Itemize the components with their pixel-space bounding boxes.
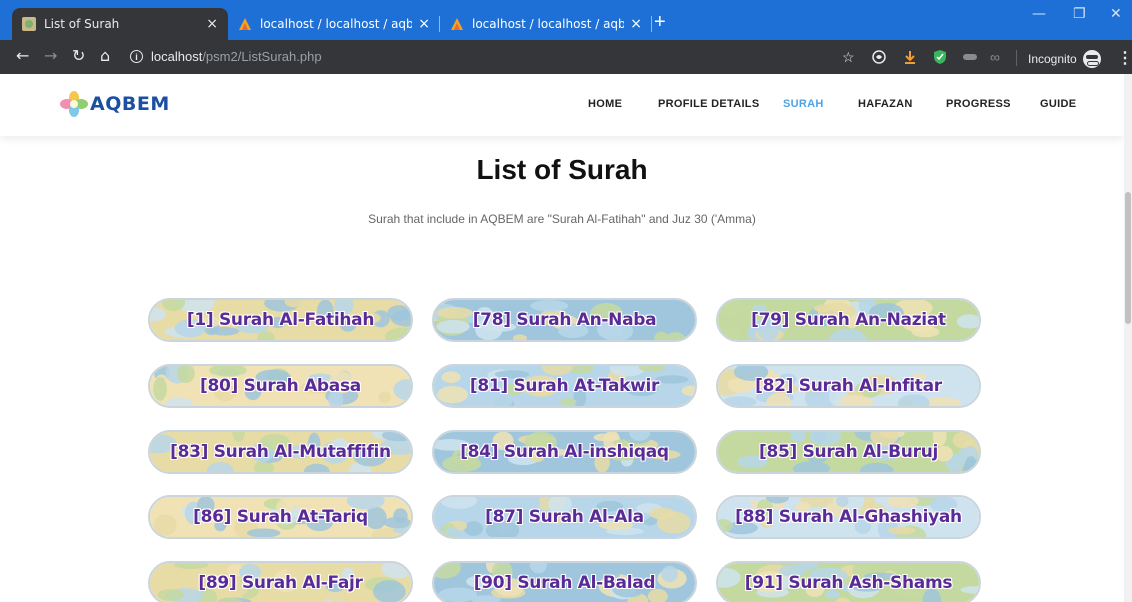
surah-button-label: [91] Surah Ash-Shams [744,573,953,593]
surah-button-label: [89] Surah Al-Fajr [198,573,363,593]
surah-button[interactable]: [82] Surah Al-Infitar [716,364,981,408]
nav-hafazan[interactable]: HAFAZAN [858,98,913,110]
info-icon[interactable]: i [130,50,143,63]
surah-button-label: [81] Surah At-Takwir [469,376,660,396]
browser-tab-active[interactable]: List of Surah × [12,8,228,40]
surah-button[interactable]: [85] Surah Al-Buruj [716,430,981,474]
forward-arrow-icon[interactable]: → [44,47,57,65]
menu-kebab-icon[interactable]: ⋮ [1117,48,1132,68]
url-host: localhost [151,49,203,64]
toolbar-separator [1016,50,1017,66]
phpmyadmin-icon [451,18,463,30]
tab-close-icon[interactable]: × [630,16,642,32]
maximize-button[interactable]: ❐ [1073,6,1086,22]
browser-tab-phpmyadmin-1[interactable]: localhost / localhost / aqbem / st × [228,8,440,40]
incognito-label: Incognito [1028,52,1077,66]
surah-button[interactable]: [81] Surah At-Takwir [432,364,697,408]
surah-button[interactable]: [1] Surah Al-Fatihah [148,298,413,342]
nav-profile-details[interactable]: PROFILE DETAILS [658,98,759,110]
incognito-indicator[interactable]: Incognito [1028,50,1101,68]
surah-button-label: [88] Surah Al-Ghashiyah [735,507,962,527]
shield-extension-icon[interactable] [933,49,947,65]
surah-button[interactable]: [88] Surah Al-Ghashiyah [716,495,981,539]
bookmark-star-icon[interactable]: ☆ [842,49,855,65]
extension-pill-icon[interactable] [962,52,978,62]
reload-icon[interactable]: ↻ [72,47,85,65]
extension-infinity-icon[interactable]: ∞ [990,49,1000,65]
tab-close-icon[interactable]: × [206,16,218,32]
site-header: AQBEM HOME PROFILE DETAILS SURAH HAFAZAN… [0,74,1124,136]
address-bar[interactable]: i localhost/psm2/ListSurah.php [130,49,322,64]
logo-flower-icon [60,91,88,117]
nav-guide[interactable]: GUIDE [1040,98,1076,110]
surah-button-label: [86] Surah At-Tariq [193,507,368,527]
surah-button[interactable]: [91] Surah Ash-Shams [716,561,981,602]
minimize-button[interactable]: — [1032,6,1046,22]
browser-tab-phpmyadmin-2[interactable]: localhost / localhost / aqbem / st × [440,8,652,40]
surah-button[interactable]: [87] Surah Al-Ala [432,495,697,539]
browser-tab-bar: List of Surah × localhost / localhost / … [0,0,1132,40]
surah-button-label: [79] Surah An-Naziat [751,310,946,330]
page-favicon-icon [22,17,36,31]
new-tab-button[interactable]: + [654,12,666,32]
back-arrow-icon[interactable]: ← [16,47,29,65]
tab-close-icon[interactable]: × [418,16,430,32]
surah-button-label: [90] Surah Al-Balad [473,573,656,593]
surah-button-label: [78] Surah An-Naba [472,310,657,330]
tab-title: localhost / localhost / aqbem / st [472,17,625,31]
surah-button-label: [85] Surah Al-Buruj [758,442,939,462]
surah-button-label: [1] Surah Al-Fatihah [186,310,375,330]
surah-button[interactable]: [86] Surah At-Tariq [148,495,413,539]
surah-button[interactable]: [78] Surah An-Naba [432,298,697,342]
surah-button-label: [80] Surah Abasa [200,376,361,396]
surah-button-label: [84] Surah Al-inshiqaq [460,442,669,462]
close-window-button[interactable]: ✕ [1110,6,1122,22]
browser-toolbar: ← → ↻ ⌂ i localhost/psm2/ListSurah.php ☆… [0,40,1132,74]
home-icon[interactable]: ⌂ [100,47,110,65]
surah-button[interactable]: [90] Surah Al-Balad [432,561,697,602]
nav-surah[interactable]: SURAH [783,98,824,110]
surah-button-label: [83] Surah Al-Mutaffifin [170,442,391,462]
extension-brain-icon[interactable] [872,50,886,64]
site-logo[interactable]: AQBEM [60,90,170,118]
surah-button[interactable]: [84] Surah Al-inshiqaq [432,430,697,474]
url-path: /psm2/ListSurah.php [202,49,322,64]
page-title: List of Surah [476,154,648,185]
surah-button-label: [87] Surah Al-Ala [485,507,644,527]
surah-button[interactable]: [80] Surah Abasa [148,364,413,408]
page-viewport: AQBEM HOME PROFILE DETAILS SURAH HAFAZAN… [0,74,1124,602]
incognito-icon [1082,50,1101,68]
tab-title: List of Surah [44,17,120,31]
surah-button[interactable]: [89] Surah Al-Fajr [148,561,413,602]
surah-button-label: [82] Surah Al-Infitar [755,376,942,396]
logo-text: AQBEM [90,93,170,115]
download-icon[interactable] [903,50,917,64]
surah-button[interactable]: [79] Surah An-Naziat [716,298,981,342]
tab-separator [651,16,652,32]
scrollbar-thumb[interactable] [1125,192,1131,324]
tab-title: localhost / localhost / aqbem / st [260,17,413,31]
page-subtitle: Surah that include in AQBEM are "Surah A… [368,212,756,226]
phpmyadmin-icon [239,18,251,30]
nav-progress[interactable]: PROGRESS [946,98,1011,110]
surah-button[interactable]: [83] Surah Al-Mutaffifin [148,430,413,474]
page-scrollbar[interactable] [1124,74,1132,602]
nav-home[interactable]: HOME [588,98,622,110]
